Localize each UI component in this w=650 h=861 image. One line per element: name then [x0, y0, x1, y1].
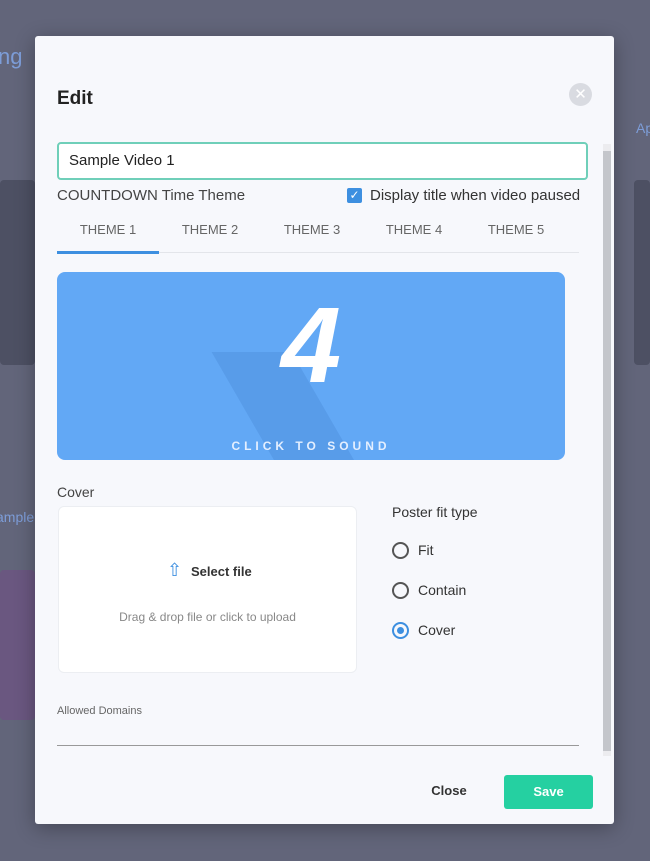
radio-contain[interactable] — [392, 582, 409, 599]
close-circle-icon[interactable]: ✕ — [569, 83, 592, 106]
allowed-domains-label: Allowed Domains — [57, 705, 142, 717]
tab-theme-3[interactable]: THEME 3 — [261, 218, 363, 252]
tab-theme-1[interactable]: THEME 1 — [57, 218, 159, 254]
display-title-checkbox[interactable]: ✓ — [347, 188, 362, 203]
tab-theme-2[interactable]: THEME 2 — [159, 218, 261, 252]
upload-hint: Drag & drop file or click to upload — [119, 610, 296, 624]
background-thumbnail — [0, 570, 35, 720]
title-input[interactable]: Sample Video 1 — [57, 142, 588, 180]
cover-label: Cover — [57, 484, 95, 500]
upload-icon: ⇧ — [167, 560, 183, 580]
theme-tabs: THEME 1 THEME 2 THEME 3 THEME 4 THEME 5 — [57, 218, 579, 254]
allowed-domains-input[interactable] — [57, 745, 579, 746]
select-file-button[interactable]: Select file — [191, 564, 252, 579]
poster-fit-label: Poster fit type — [392, 504, 478, 520]
save-button[interactable]: Save — [504, 775, 593, 809]
radio-cover-label[interactable]: Cover — [418, 622, 455, 638]
radio-fit-label[interactable]: Fit — [418, 542, 434, 558]
click-to-sound-caption: CLICK TO SOUND — [231, 439, 391, 453]
cover-dropzone[interactable]: ⇧ Select file Drag & drop file or click … — [58, 506, 357, 673]
radio-fit[interactable] — [392, 542, 409, 559]
display-title-label[interactable]: Display title when video paused — [370, 187, 580, 204]
scrollbar-thumb[interactable] — [603, 151, 611, 751]
countdown-digit: 4 — [280, 284, 342, 405]
background-text: ng — [0, 44, 23, 69]
edit-modal: Edit ✕ Sample Video 1 COUNTDOWN Time The… — [35, 36, 614, 824]
modal-title: Edit — [57, 88, 93, 109]
background-thumbnail — [634, 180, 650, 365]
background-thumbnail — [0, 180, 35, 365]
tab-theme-5[interactable]: THEME 5 — [465, 218, 567, 252]
radio-contain-label[interactable]: Contain — [418, 582, 466, 598]
countdown-theme-label: COUNTDOWN Time Theme — [57, 187, 246, 204]
background-text: ample — [0, 509, 35, 525]
close-button[interactable]: Close — [419, 776, 479, 806]
background-text: Ap — [636, 120, 650, 136]
countdown-preview[interactable]: 4 CLICK TO SOUND — [57, 272, 565, 460]
radio-cover[interactable] — [392, 622, 409, 639]
tab-theme-4[interactable]: THEME 4 — [363, 218, 465, 252]
